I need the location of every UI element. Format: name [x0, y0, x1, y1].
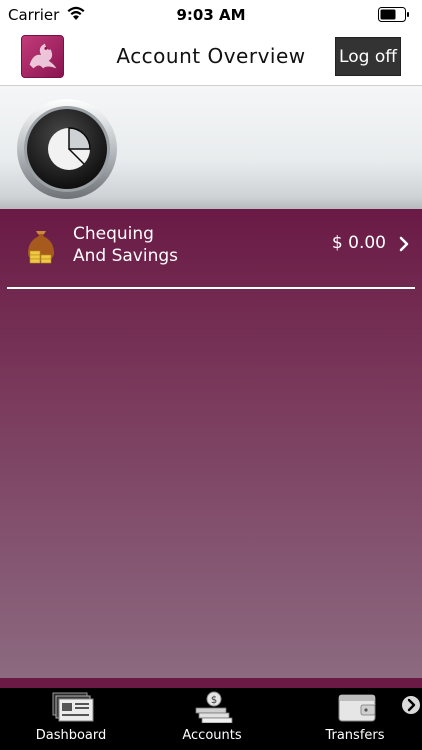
- page-title: Account Overview: [116, 44, 306, 68]
- app-header: Account Overview Log off: [0, 30, 422, 86]
- app-logo: [21, 35, 64, 78]
- tab-dashboard[interactable]: Dashboard: [21, 688, 121, 750]
- tab-accounts[interactable]: $ Accounts: [162, 688, 262, 750]
- tab-bar: Dashboard $ Accounts Transfers: [0, 688, 422, 750]
- more-tabs-button[interactable]: [402, 696, 420, 714]
- account-balance: $ 0.00: [331, 233, 386, 253]
- tab-transfers[interactable]: Transfers: [305, 688, 405, 750]
- money-bag-icon: [28, 231, 54, 264]
- logoff-button[interactable]: Log off: [335, 37, 401, 76]
- row-divider: [7, 287, 415, 289]
- account-name-line2: And Savings: [73, 246, 179, 266]
- accounts-panel: Chequing And Savings $ 0.00: [0, 209, 422, 678]
- svg-text:$: $: [211, 695, 217, 706]
- battery-icon: [378, 7, 409, 22]
- account-name-line1: Chequing: [73, 224, 154, 244]
- status-time: 9:03 AM: [176, 6, 246, 24]
- chevron-right-icon: [399, 236, 409, 252]
- account-row-chequing-savings[interactable]: Chequing And Savings $ 0.00: [0, 209, 422, 289]
- tab-accounts-label: Accounts: [182, 728, 242, 743]
- dashboard-icon: [52, 692, 94, 722]
- chevron-right-icon: [407, 698, 416, 712]
- overview-banner: [0, 86, 422, 209]
- pie-chart-icon[interactable]: [16, 98, 118, 200]
- panel-bottom-strip: [0, 678, 422, 688]
- dragon-logo-icon: [29, 43, 57, 69]
- cash-stack-icon: $: [195, 691, 233, 723]
- tab-dashboard-label: Dashboard: [35, 728, 107, 743]
- tab-transfers-label: Transfers: [325, 728, 385, 743]
- wallet-icon: [338, 694, 376, 722]
- status-bar: Carrier 9:03 AM: [0, 0, 422, 30]
- account-name: Chequing And Savings: [73, 223, 178, 267]
